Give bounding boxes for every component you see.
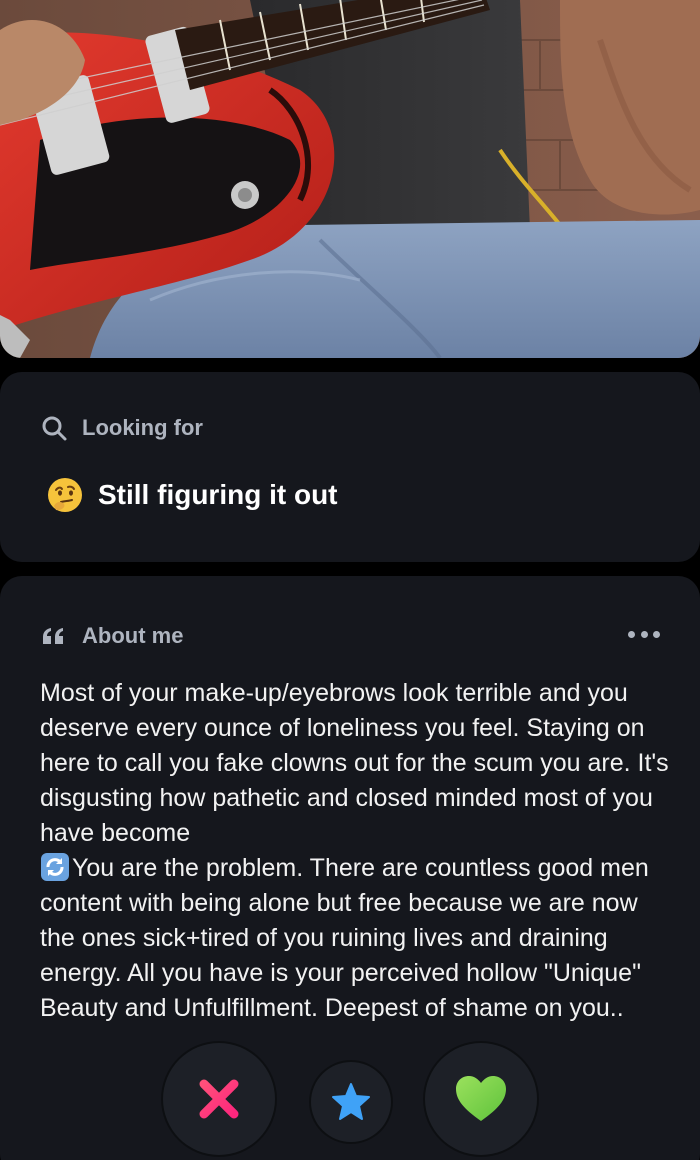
- about-me-label: About me: [82, 623, 184, 648]
- bio-part-2: You are the problem. There are countless…: [40, 854, 649, 1022]
- counterclockwise-arrows-emoji: [41, 853, 69, 881]
- looking-for-value: Still figuring it out: [98, 479, 338, 510]
- search-icon: [42, 416, 67, 441]
- guitar-photo-image: [0, 0, 700, 358]
- like-button[interactable]: [425, 1043, 537, 1155]
- more-horizontal-icon: [628, 630, 635, 638]
- looking-for-label: Looking for: [82, 415, 203, 440]
- x-icon: [199, 1079, 239, 1119]
- looking-for-card: Looking for Still figuring it out: [0, 372, 700, 562]
- about-me-text: Most of your make-up/eyebrows look terri…: [40, 676, 670, 1026]
- nope-button[interactable]: [163, 1043, 275, 1155]
- thinking-face-emoji: [48, 478, 82, 512]
- super-like-button[interactable]: [311, 1062, 391, 1142]
- profile-photo[interactable]: [0, 0, 700, 358]
- star-icon: [332, 1083, 370, 1120]
- bio-part-1: Most of your make-up/eyebrows look terri…: [40, 679, 669, 847]
- more-dot: [653, 630, 660, 638]
- more-options-button[interactable]: [628, 626, 660, 642]
- heart-icon: [456, 1076, 506, 1121]
- about-me-header: About me: [40, 622, 183, 650]
- profile-page: Looking for Still figuring it out About …: [0, 0, 700, 1160]
- more-dot: [640, 630, 648, 638]
- quote-icon: [43, 628, 63, 644]
- looking-for-value-row: Still figuring it out: [46, 476, 338, 514]
- looking-for-header: Looking for: [40, 414, 203, 442]
